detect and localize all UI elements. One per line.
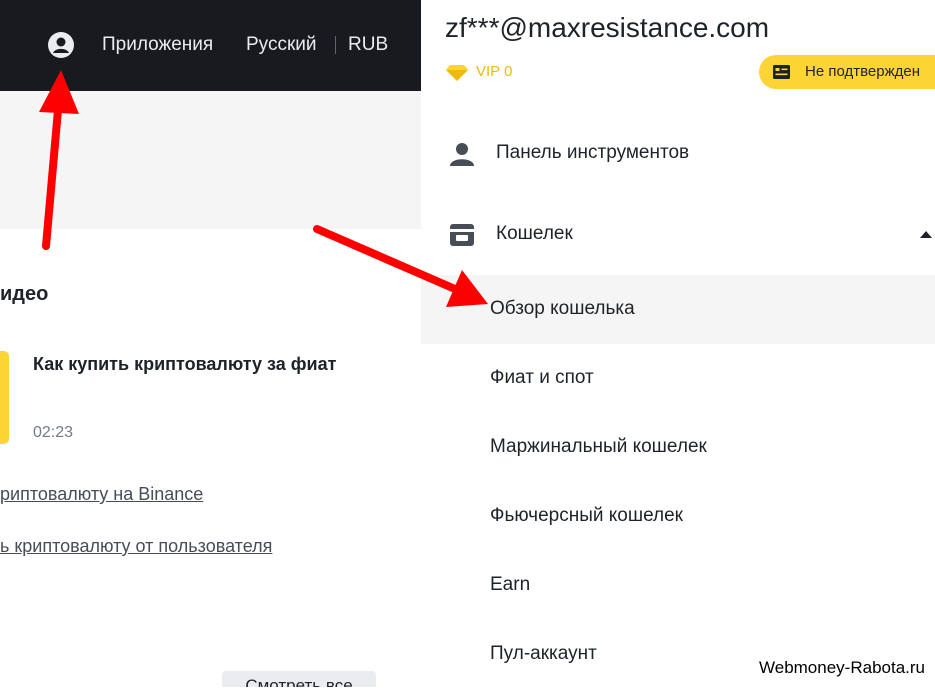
menu-item-label: Кошелек — [496, 223, 573, 244]
wallet-overview-item[interactable]: Обзор кошелька — [421, 275, 935, 344]
buy-crypto-p2p-link[interactable]: ь криптовалюту от пользователя — [0, 536, 272, 557]
wallet-icon — [450, 224, 474, 246]
app-section-heading: ложении — [0, 677, 78, 687]
vip-level[interactable]: VIP 0 — [476, 63, 512, 80]
video-thumbnail[interactable] — [0, 351, 9, 444]
account-email: zf***@maxresistance.com — [445, 12, 770, 43]
earn-item[interactable]: Earn — [421, 551, 935, 620]
wallet-subitem-label: Маржинальный кошелек — [490, 436, 707, 457]
futures-wallet-item[interactable]: Фьючерсный кошелек — [421, 482, 935, 551]
menu-item-wallet[interactable]: Кошелек — [421, 207, 935, 263]
account-dropdown-panel: zf***@maxresistance.com VIP 0 Не подтвер… — [421, 0, 935, 687]
nav-language-link[interactable]: Русский — [246, 33, 317, 57]
video-title[interactable]: Как купить криптовалюту за фиат — [33, 354, 336, 375]
section-title: идео — [0, 283, 49, 305]
watermark: Webmoney-Rabota.ru — [757, 658, 927, 678]
fiat-spot-item[interactable]: Фиат и спот — [421, 344, 935, 413]
user-icon — [450, 143, 474, 166]
view-all-button[interactable]: Смотреть все — [222, 671, 376, 687]
wallet-subitem-label: Earn — [490, 574, 531, 595]
user-circle-icon[interactable] — [47, 31, 75, 59]
margin-wallet-item[interactable]: Маржинальный кошелек — [421, 413, 935, 482]
verification-status-label: Не подтвержден — [805, 63, 920, 80]
wallet-subitem-label: Фьючерсный кошелек — [490, 505, 683, 526]
chevron-up-icon[interactable] — [920, 231, 932, 238]
diamond-icon — [446, 65, 468, 81]
buy-crypto-binance-link[interactable]: риптовалюту на Binance — [0, 484, 203, 505]
nav-currency-link[interactable]: RUB — [348, 33, 388, 57]
verification-status-badge[interactable]: Не подтвержден — [759, 55, 935, 89]
pool-account-item[interactable]: Пул-аккаунт — [421, 620, 935, 689]
wallet-subitem-label: Обзор кошелька — [490, 298, 635, 319]
content-banner — [0, 91, 421, 229]
nav-divider — [335, 36, 336, 54]
id-card-icon — [773, 65, 790, 79]
wallet-subitem-label: Пул-аккаунт — [490, 643, 597, 664]
menu-item-label: Панель инструментов — [496, 142, 690, 163]
nav-apps-link[interactable]: Приложения — [102, 33, 213, 57]
wallet-subitem-label: Фиат и спот — [490, 367, 594, 388]
top-navigation-bar: Приложения Русский RUB — [0, 0, 421, 91]
menu-item-dashboard[interactable]: Панель инструментов — [421, 126, 935, 182]
video-duration: 02:23 — [33, 424, 74, 441]
